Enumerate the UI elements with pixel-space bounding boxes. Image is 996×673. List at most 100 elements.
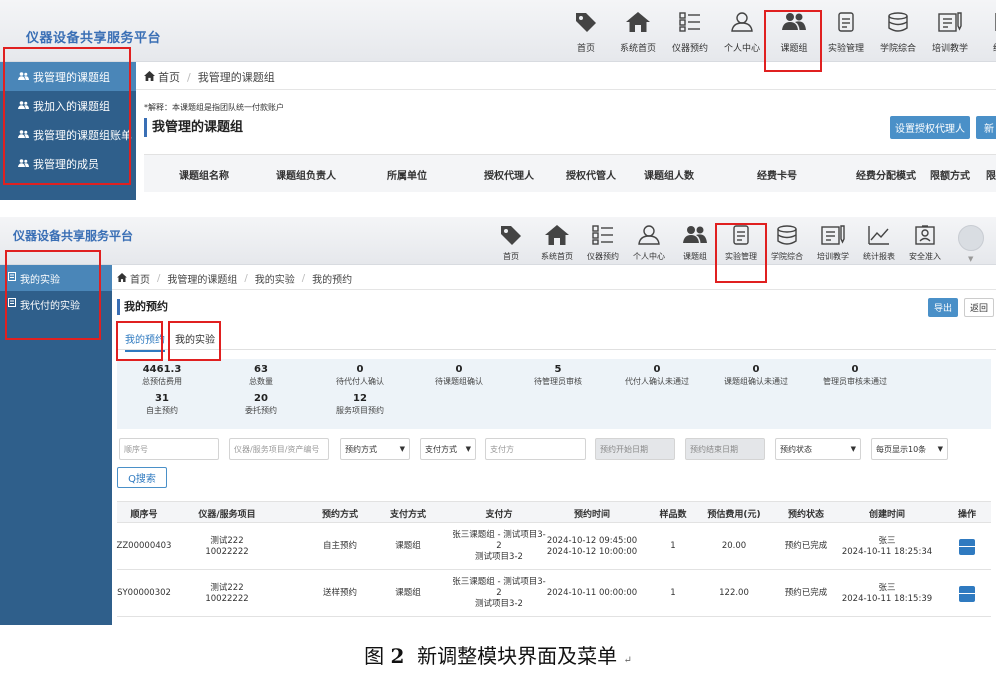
tab-my-bookings[interactable]: 我的预约 — [125, 331, 165, 352]
breadcrumb-home[interactable]: 首页 — [158, 69, 180, 85]
top-header: 仪器设备共享服务平台 首页 系统首页 仪器预约 个人中心 课题组 实验管理 学院综合 培训教学… — [0, 0, 996, 62]
cell-text: 1 — [670, 541, 676, 551]
column-header: 预约状态 — [787, 510, 825, 520]
main-content: 首页 / 我管理的课题组 / 我的实验 / 我的预约 我的预约 导出 返回 我的预约 我的实… — [112, 265, 996, 625]
cell-line: 测试项目3-2 — [475, 552, 523, 562]
stat-label: 总数量 — [249, 377, 273, 386]
cell-line: 2024-10-12 10:00:00 — [546, 546, 638, 557]
nav-item-list[interactable]: 仪器预约 — [580, 223, 626, 265]
end-date-input[interactable]: 预约结束日期 — [685, 438, 765, 460]
top-nav: 首页 系统首页 仪器预约 个人中心 课题组 实验管理 学院综合 培训教学统计 — [560, 8, 996, 60]
chevron-down-icon: ▼ — [937, 445, 943, 453]
detail-menu-icon[interactable] — [959, 538, 975, 555]
nav-item-home[interactable]: 系统首页 — [534, 223, 580, 265]
nav-item-group[interactable]: 课题组 — [768, 8, 820, 60]
sidebar-item-label: 我的实验 — [20, 274, 60, 286]
nav-label: 首页 — [576, 44, 595, 54]
nav-label: 系统首页 — [619, 44, 656, 54]
sidebar-item-1[interactable]: 我加入的课题组 — [0, 91, 136, 120]
stat-label: 总预估费用 — [142, 377, 182, 386]
tab-my-experiments[interactable]: 我的实验 — [175, 331, 215, 346]
document-icon — [718, 223, 764, 247]
sidebar: 我的实验我代付的实验 — [0, 265, 112, 625]
table-header: 课题组名称 课题组负责人 所属单位 授权代理人 授权代管人 课题组人数 经费卡号 经费分配模式… — [144, 154, 996, 192]
nav-item-database[interactable]: 学院综合 — [764, 223, 810, 265]
sequence-number-input[interactable]: 顺序号 — [119, 438, 219, 460]
page-size-select[interactable]: 每页显示10条 ▼ — [871, 438, 948, 460]
nav-label: 首页 — [503, 252, 519, 261]
nav-label: 培训教学 — [817, 252, 849, 261]
home-icon — [144, 70, 155, 84]
nav-item-document[interactable]: 实验管理 — [820, 8, 872, 60]
nav-item-chart[interactable]: 统计 — [976, 8, 996, 60]
nav-item-line-chart[interactable]: 统计报表 — [856, 223, 902, 265]
new-button[interactable]: 新 — [976, 116, 996, 139]
breadcrumb-item[interactable]: 首页 — [130, 271, 150, 286]
status-value: 预约状态 — [780, 444, 812, 454]
top-nav: 首页 系统首页 仪器预约 个人中心 课题组 实验管理 学院综合 培训教学 统计报表 安全准入 — [488, 223, 948, 265]
nav-item-book[interactable]: 培训教学 — [810, 223, 856, 265]
sidebar-item-0[interactable]: 我管理的课题组 — [0, 62, 136, 91]
column-header: 授权代管人 — [566, 171, 616, 182]
nav-item-document[interactable]: 实验管理 — [718, 223, 764, 265]
stat-value: 0 — [653, 364, 661, 375]
booking-mode-select[interactable]: 预约方式 ▼ — [340, 438, 410, 460]
breadcrumb-item[interactable]: 我管理的课题组 — [167, 271, 237, 286]
home-icon — [117, 272, 127, 285]
pay-mode-select[interactable]: 支付方式 ▼ — [420, 438, 476, 460]
breadcrumb-item: 我的预约 — [312, 275, 353, 286]
nav-item-home[interactable]: 系统首页 — [612, 8, 664, 60]
table-row: SY00000302 测试222 10022222 送样预约 课题组 张三课题组 - 测试… — [117, 570, 991, 617]
column-header: 课题组名称 — [179, 171, 229, 182]
detail-menu-icon[interactable] — [959, 585, 975, 602]
nav-item-book[interactable]: 培训教学 — [924, 8, 976, 60]
sidebar-item-3[interactable]: 我管理的成员 — [0, 149, 136, 178]
caret-down-icon[interactable]: ▼ — [968, 255, 973, 263]
cell-time: 2024-10-12 09:45:00 2024-10-12 10:00:00 — [547, 523, 637, 570]
nav-item-tag[interactable]: 首页 — [560, 8, 612, 60]
breadcrumb-bar: 首页 / 我管理的课题组 / 我的实验 / 我的预约 — [112, 265, 996, 290]
payer-input[interactable]: 支付方 — [485, 438, 586, 460]
status-select[interactable]: 预约状态 ▼ — [775, 438, 861, 460]
nav-item-badge[interactable]: 安全准入 — [902, 223, 948, 265]
stat-label: 服务项目预约 — [336, 406, 384, 415]
nav-item-user[interactable]: 个人中心 — [626, 223, 672, 265]
cell-cost: 20.00 — [722, 523, 746, 570]
breadcrumb-item[interactable]: 我的实验 — [255, 271, 295, 286]
cell-line: 2024-10-11 00:00:00 — [546, 588, 638, 598]
nav-label: 实验管理 — [725, 252, 757, 261]
cell-created: 张三 2024-10-11 18:15:39 — [842, 570, 932, 617]
nav-label: 实验管理 — [827, 44, 864, 54]
search-button[interactable]: Q搜索 — [117, 467, 167, 488]
cell-payer: 张三课题组 - 测试项目3- 2 测试项目3-2 — [452, 523, 545, 570]
sidebar-item-2[interactable]: 我管理的课题组账单 — [0, 120, 136, 149]
cell-mode: 送样预约 — [323, 570, 357, 617]
column-header: 课题组人数 — [644, 171, 694, 182]
nav-item-database[interactable]: 学院综合 — [872, 8, 924, 60]
nav-item-user[interactable]: 个人中心 — [716, 8, 768, 60]
nav-item-list[interactable]: 仪器预约 — [664, 8, 716, 60]
cell-text: 预约已完成 — [784, 541, 828, 551]
nav-label: 个人中心 — [633, 252, 665, 261]
stat-item: 12 服务项目预约 — [315, 392, 405, 417]
stat-item: 0 管理员审核未通过 — [810, 363, 900, 388]
stat-value: 31 — [155, 393, 169, 404]
back-button[interactable]: 返回 — [964, 298, 994, 317]
cell-pay: 课题组 — [395, 570, 421, 617]
instrument-input[interactable]: 仪器/服务项目/资产编号 — [229, 438, 329, 460]
cell-line: 10022222 — [205, 593, 249, 604]
sidebar-item-0[interactable]: 我的实验 — [0, 265, 112, 291]
set-authorized-agent-button[interactable]: 设置授权代理人 — [890, 116, 970, 139]
avatar[interactable] — [958, 225, 984, 251]
nav-item-group[interactable]: 课题组 — [672, 223, 718, 265]
column-header: 支付方 — [485, 510, 513, 520]
cell-instrument: 测试222 10022222 — [205, 523, 248, 570]
sidebar-item-1[interactable]: 我代付的实验 — [0, 291, 112, 317]
column-header: 顺序号 — [130, 510, 158, 520]
nav-item-tag[interactable]: 首页 — [488, 223, 534, 265]
cell-samples: 1 — [670, 570, 675, 617]
start-date-input[interactable]: 预约开始日期 — [595, 438, 675, 460]
people-icon — [18, 128, 29, 141]
cell-line: 测试222 — [210, 582, 244, 593]
export-button[interactable]: 导出 — [928, 298, 958, 317]
